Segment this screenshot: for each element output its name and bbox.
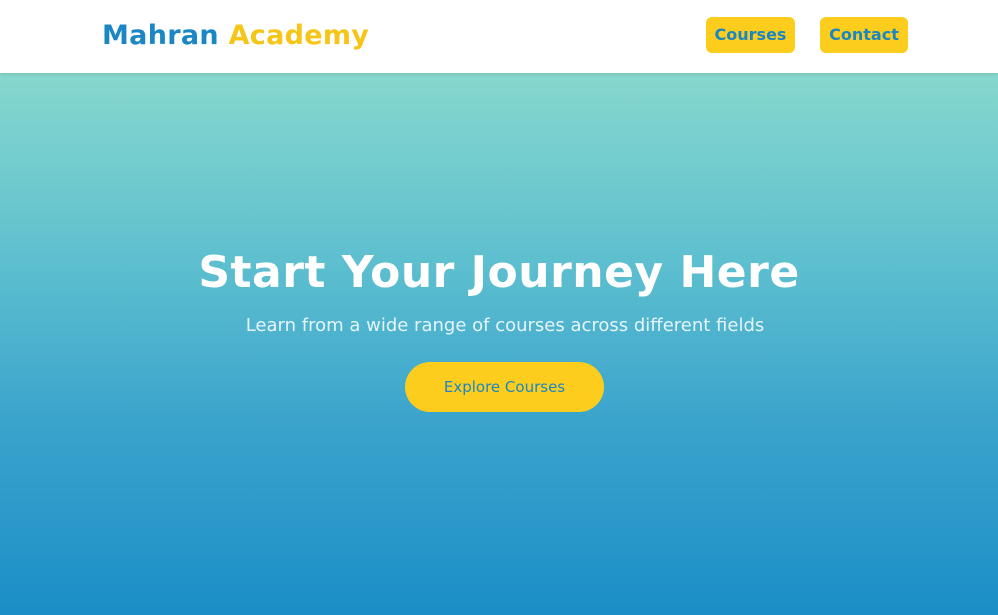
logo-text-secondary: Academy xyxy=(228,20,370,51)
hero-title: Start Your Journey Here xyxy=(198,247,800,298)
explore-courses-button[interactable]: Explore Courses xyxy=(405,362,604,412)
nav-courses-button[interactable]: Courses xyxy=(706,17,795,53)
site-logo[interactable]: Mahran Academy xyxy=(102,19,369,53)
site-header: Mahran Academy Courses Contact xyxy=(0,0,998,73)
hero-subtitle: Learn from a wide range of courses acros… xyxy=(245,315,765,336)
hero-section: Start Your Journey Here Learn from a wid… xyxy=(0,73,998,615)
logo-text-primary: Mahran xyxy=(102,20,219,51)
nav-contact-button[interactable]: Contact xyxy=(820,17,908,53)
